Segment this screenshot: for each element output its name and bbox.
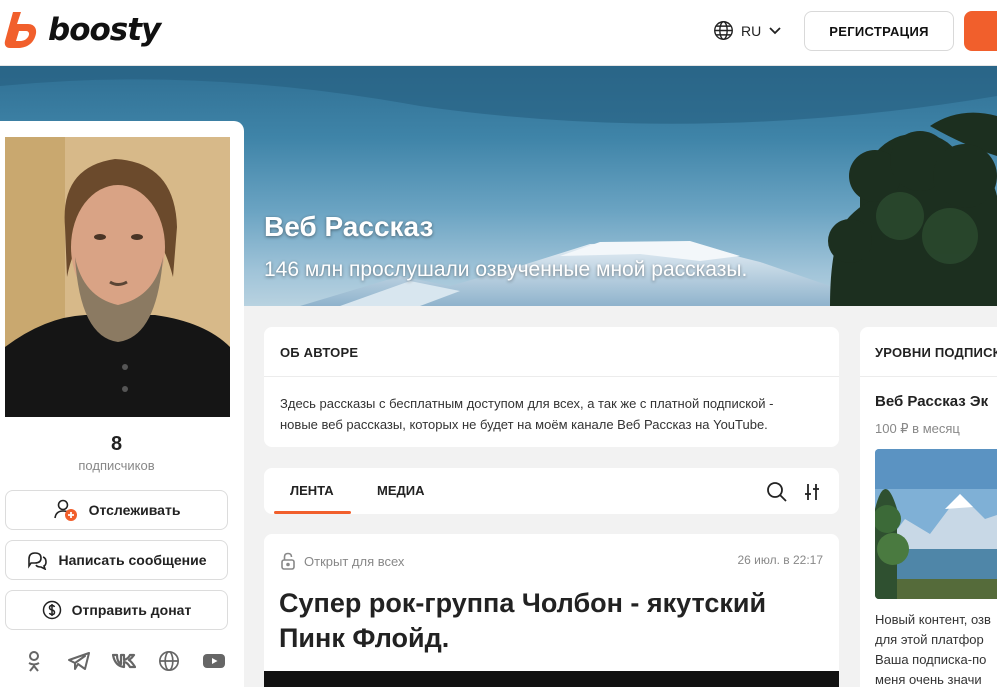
lock-open-icon: [281, 552, 295, 570]
follow-user-icon: [53, 499, 77, 521]
about-text-line: новые веб рассказы, которых не будет на …: [280, 417, 768, 432]
author-name: Веб Рассказ: [264, 211, 434, 242]
odnoklassniki-icon[interactable]: [22, 649, 46, 673]
post-access-label: Открыт для всех: [304, 553, 405, 569]
post-title-line: Пинк Флойд.: [279, 623, 450, 653]
level-description-line: Ваша подписка-по: [875, 652, 987, 667]
level-description: Новый контент, озв для этой платфор Ваша…: [875, 610, 997, 687]
level-landscape-image: [875, 449, 997, 599]
coin-icon: [42, 600, 61, 620]
level-description-line: Новый контент, озв: [875, 612, 991, 627]
level-description-line: для этой платфор: [875, 632, 984, 647]
register-button[interactable]: РЕГИСТРАЦИЯ: [804, 11, 954, 51]
level-name: Веб Рассказ Эк: [875, 393, 989, 410]
message-button[interactable]: Написать сообщение: [5, 540, 228, 580]
search-icon[interactable]: [765, 480, 789, 504]
login-button[interactable]: [964, 11, 997, 51]
subscribers-count: 8: [110, 433, 123, 455]
tab-feed[interactable]: ЛЕНТА: [290, 483, 334, 498]
about-card: ОБ АВТОРЕ Здесь рассказы с бесплатным до…: [264, 327, 839, 447]
post-access: Открыт для всех: [280, 552, 404, 570]
levels-title: УРОВНИ ПОДПИСКИ: [875, 345, 997, 360]
author-tagline: 146 млн прослушали озвученные мной расск…: [264, 258, 748, 281]
top-header: boosty RU РЕГИСТРАЦИЯ: [0, 0, 997, 66]
tab-media[interactable]: МЕДИА: [377, 483, 425, 498]
telegram-icon[interactable]: [67, 649, 91, 673]
chat-icon: [28, 552, 48, 570]
post-card: Открыт для всех 26 июл. в 22:17 Супер ро…: [264, 534, 839, 687]
divider: [264, 376, 839, 377]
post-video-preview[interactable]: [264, 671, 839, 687]
level-price: 100 ₽ в месяц: [875, 421, 960, 436]
globe-icon: [714, 21, 733, 40]
avatar: [5, 137, 230, 417]
about-title: ОБ АВТОРЕ: [280, 345, 359, 360]
post-title-line: Супер рок-группа Чолбон - якутский: [279, 588, 767, 618]
social-links: [22, 649, 226, 673]
donate-label: Отправить донат: [71, 602, 192, 618]
post-title[interactable]: Супер рок-группа Чолбон - якутский Пинк …: [279, 586, 824, 656]
active-tab-indicator: [274, 511, 351, 514]
level-description-line: меня очень значи: [875, 672, 982, 687]
subscribers-label: подписчиков: [78, 458, 155, 473]
donate-button[interactable]: Отправить донат: [5, 590, 228, 630]
filter-icon[interactable]: [800, 480, 824, 504]
follow-button[interactable]: Отслеживать: [5, 490, 228, 530]
message-label: Написать сообщение: [58, 552, 207, 568]
about-text: Здесь рассказы с бесплатным доступом для…: [280, 393, 825, 435]
website-globe-icon[interactable]: [157, 649, 181, 673]
boosty-logo-icon: [4, 12, 37, 48]
chevron-down-icon: [769, 26, 781, 34]
divider: [860, 376, 997, 377]
follow-label: Отслеживать: [88, 502, 181, 518]
vk-icon[interactable]: [112, 649, 136, 673]
about-text-line: Здесь рассказы с бесплатным доступом для…: [280, 396, 774, 411]
boosty-logo[interactable]: boosty: [4, 10, 161, 50]
level-cover-image: [875, 449, 997, 599]
post-date: 26 июл. в 22:17: [737, 553, 823, 567]
avatar-photo: [5, 137, 230, 417]
youtube-icon[interactable]: [202, 649, 226, 673]
profile-card: 8 подписчиков Отслеживать Написать сообщ…: [0, 121, 244, 687]
logo-text: boosty: [48, 12, 161, 48]
subscription-levels-card: УРОВНИ ПОДПИСКИ Веб Рассказ Эк 100 ₽ в м…: [860, 327, 997, 687]
feed-tabs: ЛЕНТА МЕДИА: [264, 468, 839, 514]
language-selector[interactable]: RU: [713, 20, 782, 41]
language-code: RU: [741, 22, 762, 39]
